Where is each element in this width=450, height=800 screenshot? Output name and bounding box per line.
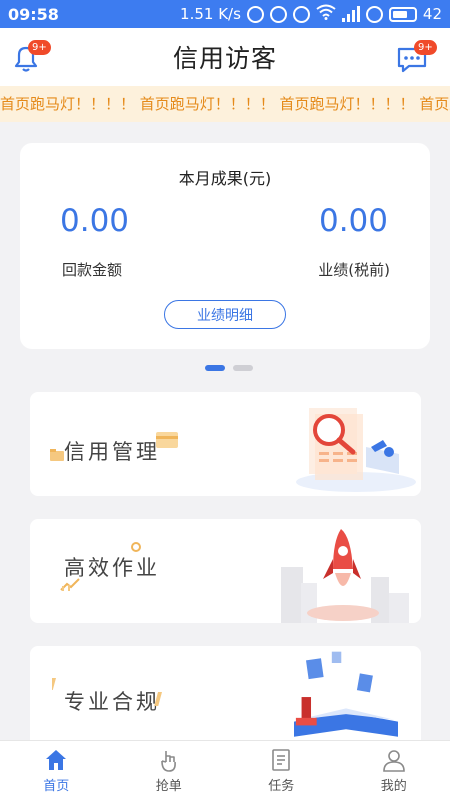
hand-tap-icon [160, 751, 176, 772]
performance-amount-label: 业绩(税前) [318, 261, 390, 279]
rocket-illustration-icon [281, 529, 409, 623]
sync-icon [246, 5, 264, 23]
tab-tasks[interactable]: 任务 [225, 741, 338, 800]
notification-badge: 9+ [28, 40, 51, 55]
battery-icon [388, 6, 417, 22]
message-badge: 9+ [414, 40, 437, 55]
mute-icon [269, 5, 287, 23]
performance-amount: 0.00 [318, 203, 388, 239]
page-title: 信用访客 [172, 44, 277, 73]
feature-label: 专业合规 [64, 690, 160, 714]
user-icon [382, 750, 405, 772]
feature-card-efficient-work[interactable]: 高效作业 [30, 519, 421, 623]
summary-title: 本月成果(元) [178, 169, 272, 188]
tab-label: 首页 [43, 779, 70, 794]
quote-decor-icon [52, 678, 56, 690]
tab-grab-order[interactable]: 抢单 [113, 741, 226, 800]
battery-level: 42 [422, 5, 442, 23]
home-icon [46, 750, 67, 770]
folder-decor-icon [50, 449, 64, 461]
message-button[interactable]: 9+ [392, 38, 437, 78]
alarm-icon [292, 5, 310, 23]
collection-amount-label: 回款金额 [62, 261, 123, 279]
carousel-dot-active[interactable] [205, 365, 225, 371]
bottom-tab-bar: 首页 抢单 任务 我的 [0, 740, 450, 800]
marquee-text: 首页跑马灯！！！！ 首页跑马灯！！！！ 首页跑马灯！！！！ 首页跑马灯！！！！ [0, 95, 450, 113]
status-time: 09:58 [8, 4, 59, 24]
book-stamp-illustration-icon [294, 651, 398, 737]
status-bar: 09:58 1.51 K/s 42 [0, 0, 450, 28]
wifi-icon [316, 4, 336, 24]
marquee-banner[interactable]: 首页跑马灯！！！！ 首页跑马灯！！！！ 首页跑马灯！！！！ 首页跑马灯！！！！ [0, 86, 450, 122]
task-list-icon [272, 749, 291, 771]
notification-button[interactable]: 9+ [6, 38, 51, 78]
network-speed: 1.51 K/s [180, 5, 241, 23]
app-header: 9+ 信用访客 9+ [0, 28, 450, 86]
carousel-dot[interactable] [233, 365, 253, 371]
signal-icon [341, 6, 360, 22]
carousel-indicator [205, 365, 253, 371]
status-icons: 1.51 K/s 42 [180, 4, 442, 24]
tab-label: 我的 [380, 779, 407, 794]
feature-label: 信用管理 [64, 440, 160, 464]
performance-detail-button[interactable]: 业绩明细 [164, 300, 286, 329]
tab-mine[interactable]: 我的 [338, 741, 450, 800]
feature-label: 高效作业 [64, 556, 160, 580]
feature-card-credit-management[interactable]: 信用管理 [30, 392, 421, 496]
tab-label: 抢单 [155, 779, 182, 794]
tab-label: 任务 [268, 779, 295, 794]
collection-amount: 0.00 [60, 203, 130, 239]
monthly-summary-card: 本月成果(元) 0.00 0.00 回款金额 业绩(税前) 业绩明细 [20, 143, 430, 349]
magnifier-document-illustration-icon [296, 408, 416, 492]
hd-icon [365, 5, 383, 23]
tab-home[interactable]: 首页 [0, 741, 113, 800]
